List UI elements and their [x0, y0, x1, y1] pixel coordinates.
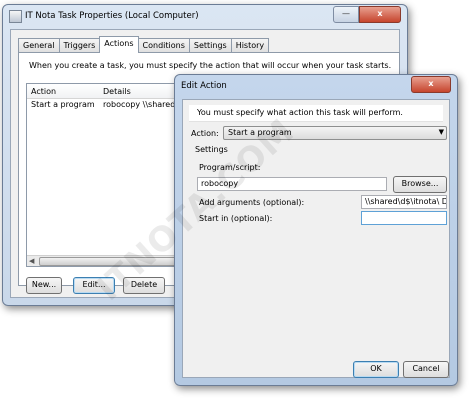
start-in-input[interactable]	[361, 211, 447, 225]
tab-triggers[interactable]: Triggers	[58, 38, 101, 53]
task-properties-title: IT Nota Task Properties (Local Computer)	[25, 11, 199, 21]
tab-history[interactable]: History	[230, 38, 270, 53]
task-properties-close-button[interactable]: x	[359, 6, 401, 23]
action-select[interactable]: Start a program ▼	[223, 126, 447, 140]
scroll-left-icon[interactable]: ◀	[29, 257, 34, 265]
edit-action-titlebar[interactable]: Edit Action x	[175, 75, 457, 97]
edit-action-close-button[interactable]: x	[411, 76, 451, 93]
task-scheduler-icon	[9, 10, 22, 23]
start-in-label: Start in (optional):	[199, 214, 273, 223]
program-script-input[interactable]: robocopy	[197, 177, 387, 191]
column-action-header[interactable]: Action	[31, 87, 56, 96]
edit-action-dialog: Edit Action x You must specify what acti…	[174, 74, 458, 386]
program-script-value: robocopy	[201, 179, 239, 188]
edit-action-title: Edit Action	[181, 81, 227, 91]
tab-actions[interactable]: Actions	[99, 36, 139, 53]
cancel-button[interactable]: Cancel	[403, 361, 449, 378]
tab-conditions[interactable]: Conditions	[137, 38, 190, 53]
delete-action-button[interactable]: Delete	[123, 277, 165, 294]
task-properties-titlebar[interactable]: IT Nota Task Properties (Local Computer)…	[3, 5, 407, 27]
add-arguments-label: Add arguments (optional):	[199, 198, 305, 207]
column-details-header[interactable]: Details	[103, 87, 131, 96]
ok-button[interactable]: OK	[353, 361, 399, 378]
action-label: Action:	[191, 129, 219, 138]
add-arguments-value: \\shared\d$\itnota\ D:\it	[365, 197, 446, 206]
add-arguments-input[interactable]: \\shared\d$\itnota\ D:\it	[361, 195, 447, 209]
settings-group-label: Settings	[195, 145, 228, 154]
tab-general[interactable]: General	[18, 38, 60, 53]
minimize-button[interactable]: —	[333, 6, 359, 23]
scroll-thumb[interactable]	[39, 257, 181, 266]
edit-action-button[interactable]: Edit...	[73, 277, 115, 294]
dropdown-arrow-icon[interactable]: ▼	[439, 128, 444, 136]
program-script-label: Program/script:	[199, 163, 261, 172]
new-action-button[interactable]: New...	[26, 277, 62, 294]
row-action-cell: Start a program	[31, 100, 95, 109]
actions-intro-text: When you create a task, you must specify…	[29, 61, 392, 70]
warning-bar: You must specify what action this task w…	[189, 105, 443, 122]
action-select-value: Start a program	[228, 128, 292, 137]
warning-text: You must specify what action this task w…	[197, 108, 403, 117]
edit-action-client: You must specify what action this task w…	[182, 99, 450, 378]
tab-strip: General Triggers Actions Conditions Sett…	[18, 36, 270, 53]
tab-settings[interactable]: Settings	[188, 38, 232, 53]
browse-button[interactable]: Browse...	[393, 176, 447, 193]
